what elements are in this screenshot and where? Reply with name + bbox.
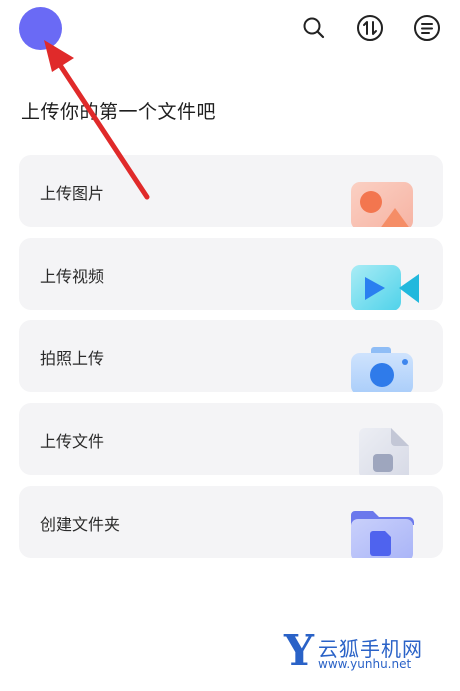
video-upload-icon [349,263,421,310]
option-label: 上传视频 [40,267,105,286]
upload-file-option[interactable]: 上传文件 [19,403,443,475]
create-folder-option[interactable]: 创建文件夹 [19,486,443,558]
upload-image-option[interactable]: 上传图片 [19,155,443,227]
watermark: Y 云狐手机网 www.yunhu.net [284,629,454,673]
app-screen: 上传你的第一个文件吧 上传图片 上传视频 拍照上传 上传文件 创建文件夹 Y 云… [0,0,460,691]
upload-video-option[interactable]: 上传视频 [19,238,443,310]
file-upload-icon [355,428,411,475]
search-icon[interactable] [300,14,328,42]
watermark-logo: Y [284,626,314,675]
avatar[interactable] [19,7,62,50]
option-label: 创建文件夹 [40,515,121,534]
camera-icon [349,345,415,392]
option-label: 拍照上传 [40,349,105,368]
folder-create-icon [349,511,415,558]
option-label: 上传文件 [40,432,105,451]
take-photo-option[interactable]: 拍照上传 [19,320,443,392]
image-upload-icon [349,180,415,227]
page-heading: 上传你的第一个文件吧 [21,101,217,123]
menu-icon[interactable] [413,14,441,42]
transfer-icon[interactable] [356,14,384,42]
option-label: 上传图片 [40,184,105,203]
watermark-url: www.yunhu.net [318,657,412,671]
